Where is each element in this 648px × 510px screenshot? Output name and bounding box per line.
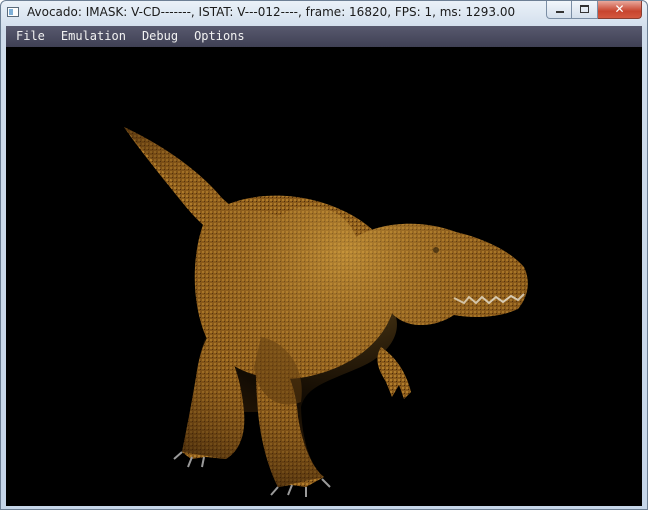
menu-emulation[interactable]: Emulation	[53, 26, 134, 47]
dinosaur	[124, 127, 528, 497]
emulator-screen[interactable]	[6, 47, 642, 506]
close-icon: ✕	[614, 2, 625, 16]
minimize-icon	[556, 11, 564, 13]
title-bar[interactable]: Avocado: IMASK: V-CD-------, ISTAT: V---…	[1, 1, 647, 25]
dino-arm	[377, 347, 411, 399]
menu-file[interactable]: File	[6, 26, 53, 47]
dino-shading	[124, 127, 528, 487]
maximize-button[interactable]	[572, 1, 598, 19]
t-rex-render	[124, 127, 528, 497]
minimize-button[interactable]	[546, 1, 572, 19]
window-title: Avocado: IMASK: V-CD-------, ISTAT: V---…	[27, 5, 516, 19]
menu-debug[interactable]: Debug	[134, 26, 186, 47]
app-icon[interactable]	[7, 7, 19, 17]
maximize-icon	[580, 5, 589, 13]
menu-options[interactable]: Options	[186, 26, 253, 47]
close-button[interactable]: ✕	[598, 1, 642, 19]
caption-buttons: ✕	[546, 1, 642, 21]
menu-bar: File Emulation Debug Options	[6, 26, 642, 47]
app-window: Avocado: IMASK: V-CD-------, ISTAT: V---…	[0, 0, 648, 510]
